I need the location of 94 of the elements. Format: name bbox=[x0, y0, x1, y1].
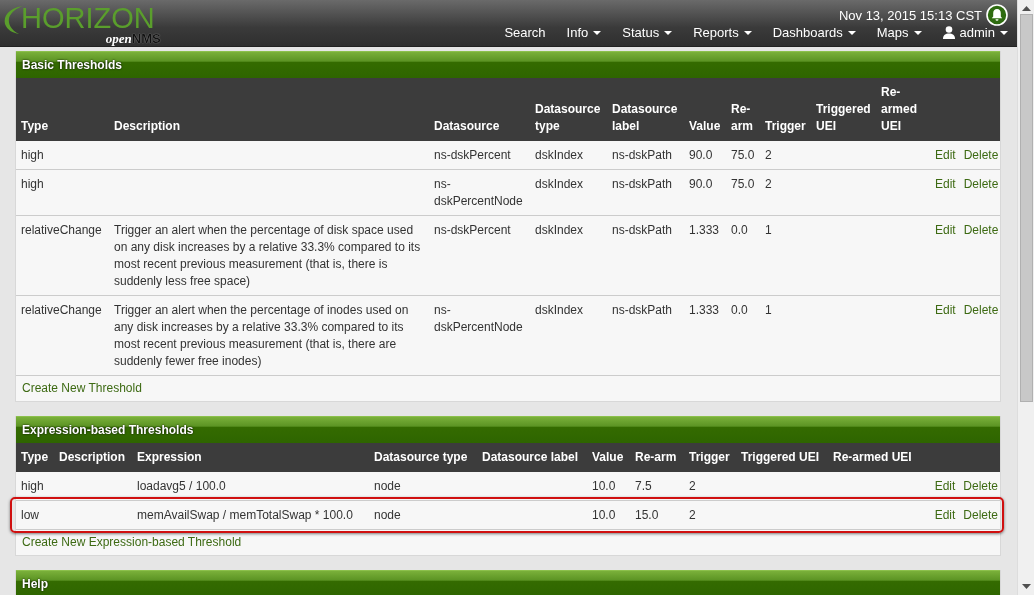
table-cell: 2 bbox=[765, 148, 772, 162]
table-cell: 1.333 bbox=[689, 223, 720, 237]
column-header: Description bbox=[114, 119, 180, 133]
column-header: Re-armed UEI bbox=[881, 85, 918, 133]
logo-title: HORIZON bbox=[21, 4, 155, 32]
table-cell: low bbox=[21, 508, 39, 522]
table-cell: 90.0 bbox=[689, 177, 713, 191]
table-cell: ns-dskPercentNode bbox=[434, 303, 523, 334]
column-header: Re-arm bbox=[731, 102, 753, 133]
scroll-down-icon[interactable] bbox=[1021, 584, 1031, 589]
table-cell: ns-dskPath bbox=[612, 148, 673, 162]
nav-menu[interactable]: Dashboards bbox=[761, 25, 866, 40]
create-link[interactable]: Create New Expression-based Threshold bbox=[22, 535, 242, 549]
nav-menu[interactable]: Info bbox=[555, 25, 612, 40]
action-link[interactable]: Delete bbox=[963, 303, 999, 317]
swoosh-icon bbox=[3, 4, 25, 36]
column-header: Re-arm bbox=[635, 450, 677, 464]
table-cell: 10.0 bbox=[592, 508, 616, 522]
table-cell: ns-dskPath bbox=[612, 303, 673, 317]
nav-menu[interactable]: Search bbox=[493, 25, 556, 40]
table-cell: dskIndex bbox=[535, 148, 584, 162]
table-cell: ns-dskPercent bbox=[434, 148, 511, 162]
table-cell: 0.0 bbox=[731, 223, 748, 237]
nav-menu[interactable]: admin bbox=[931, 25, 1008, 40]
column-header: Trigger bbox=[689, 450, 730, 464]
scrollbar-thumb[interactable] bbox=[1019, 14, 1033, 402]
column-header: Value bbox=[592, 450, 624, 464]
action-link[interactable]: Delete bbox=[963, 223, 999, 237]
nav-menu[interactable]: Status bbox=[611, 25, 683, 40]
table-cell: 0.0 bbox=[731, 303, 748, 317]
column-header: Datasource label bbox=[482, 450, 579, 464]
table-cell: dskIndex bbox=[535, 177, 584, 191]
table-cell: 7.5 bbox=[635, 479, 652, 493]
table-cell: ns-dskPath bbox=[612, 223, 673, 237]
column-header: Triggered UEI bbox=[816, 102, 871, 133]
table-cell: relativeChange bbox=[21, 223, 102, 237]
column-header: Datasource type bbox=[535, 102, 601, 133]
table-cell: 75.0 bbox=[731, 177, 755, 191]
table-cell: loadavg5 / 100.0 bbox=[137, 479, 226, 493]
action-link[interactable]: Delete bbox=[963, 148, 999, 162]
table-cell: 1.333 bbox=[689, 303, 720, 317]
table-cell: relativeChange bbox=[21, 303, 102, 317]
table-cell: 2 bbox=[765, 177, 772, 191]
table-cell: dskIndex bbox=[535, 223, 584, 237]
table-cell: ns-dskPercentNode bbox=[434, 177, 523, 208]
table-cell: Trigger an alert when the percentage of disk space used on any disk increases by a relative 33.3% compared to its most recent previous measurement (that is, there is suddenly less free space) bbox=[114, 223, 421, 288]
table-cell: high bbox=[21, 148, 44, 162]
table-cell: 75.0 bbox=[731, 148, 755, 162]
action-link[interactable]: Edit bbox=[934, 479, 956, 493]
table-cell: ns-dskPercent bbox=[434, 223, 511, 237]
nav-menu[interactable]: Reports bbox=[682, 25, 762, 40]
table-cell: Trigger an alert when the percentage of inodes used on any disk increases by a relative 33.3% compared to its most recent previous measurement (that is, there are suddenly fewer free inodes) bbox=[114, 303, 409, 368]
column-header: Expression bbox=[137, 450, 202, 464]
table-cell: ns-dskPath bbox=[612, 177, 673, 191]
table-cell: high bbox=[21, 479, 44, 493]
table-cell: 2 bbox=[689, 508, 696, 522]
column-header: Type bbox=[21, 450, 49, 464]
panel-title: Basic Thresholds bbox=[16, 51, 1000, 78]
column-header: Type bbox=[21, 119, 49, 133]
nav-menu[interactable]: Maps bbox=[865, 25, 932, 40]
table-cell: dskIndex bbox=[535, 303, 584, 317]
table-cell: node bbox=[374, 508, 401, 522]
action-link[interactable]: Delete bbox=[963, 508, 998, 522]
table-cell: high bbox=[21, 177, 44, 191]
column-header: Value bbox=[689, 119, 721, 133]
column-header: Triggered UEI bbox=[741, 450, 820, 464]
column-header: Datasource bbox=[434, 119, 500, 133]
scroll-up-icon[interactable] bbox=[1021, 6, 1031, 11]
table-cell: 2 bbox=[689, 479, 696, 493]
table-cell: 1 bbox=[765, 223, 772, 237]
table-cell: 10.0 bbox=[592, 479, 616, 493]
column-header: Trigger bbox=[765, 119, 806, 133]
action-link[interactable]: Delete bbox=[963, 479, 998, 493]
action-link[interactable]: Edit bbox=[935, 177, 956, 191]
create-link[interactable]: Create New Threshold bbox=[22, 381, 142, 395]
panel-title: Expression-based Thresholds bbox=[16, 416, 1000, 443]
column-header: Description bbox=[59, 450, 125, 464]
table-cell: node bbox=[374, 479, 401, 493]
date-time: Nov 13, 2015 15:13 CST bbox=[838, 7, 982, 23]
user-icon bbox=[942, 26, 955, 39]
action-link[interactable]: Delete bbox=[963, 177, 999, 191]
table-cell: memAvailSwap / memTotalSwap * 100.0 bbox=[137, 508, 353, 522]
action-link[interactable]: Edit bbox=[935, 148, 956, 162]
table-cell: 1 bbox=[765, 303, 772, 317]
bell-icon[interactable] bbox=[986, 4, 1008, 26]
column-header: Re-armed UEI bbox=[833, 450, 912, 464]
table-cell: 90.0 bbox=[689, 148, 713, 162]
table-cell: 15.0 bbox=[635, 508, 659, 522]
action-link[interactable]: Edit bbox=[935, 223, 956, 237]
panel-title: Help bbox=[16, 570, 1000, 595]
action-link[interactable]: Edit bbox=[934, 508, 956, 522]
action-link[interactable]: Edit bbox=[935, 303, 956, 317]
column-header: Datasource type bbox=[374, 450, 468, 464]
column-header: Datasource label bbox=[612, 102, 678, 133]
